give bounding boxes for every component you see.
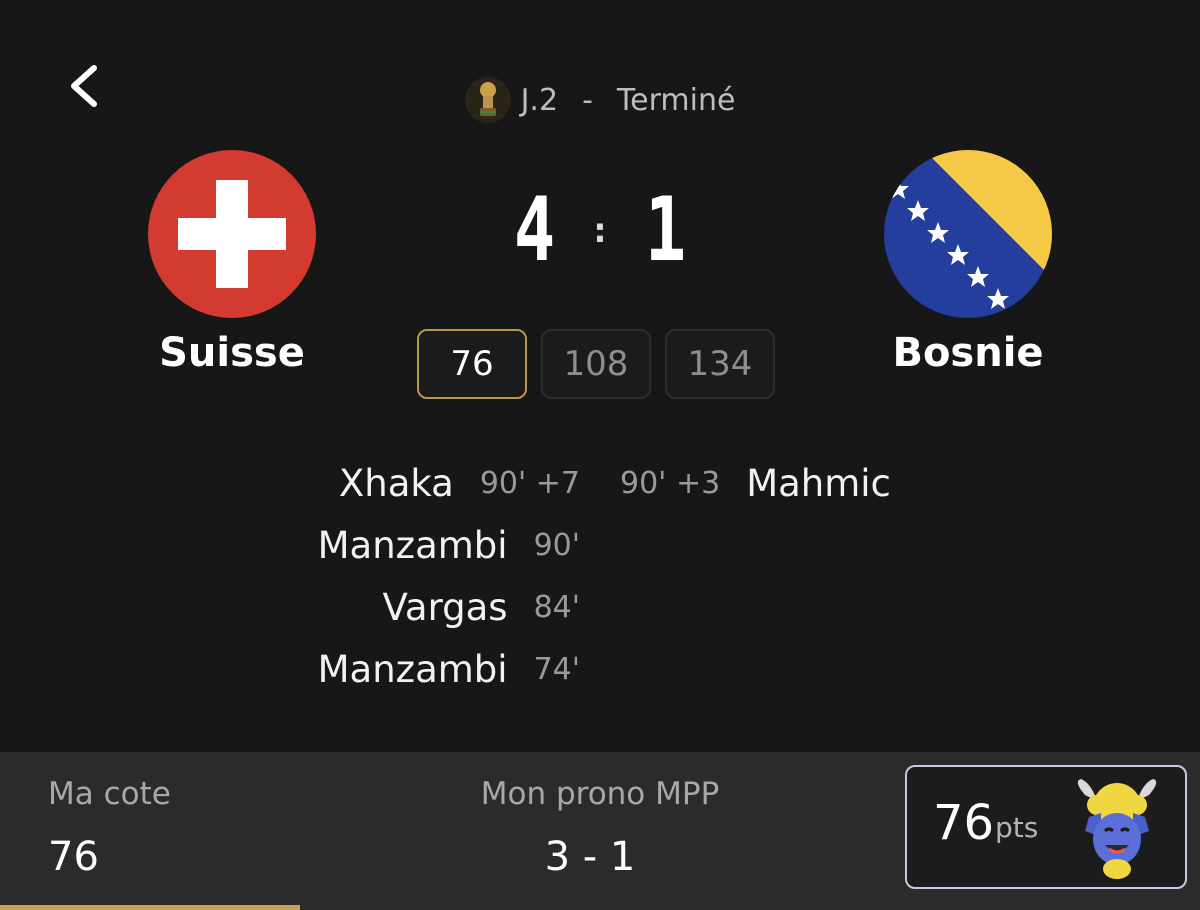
match-status: Terminé [616, 82, 736, 118]
switzerland-flag [148, 150, 316, 318]
header-separator: - [582, 82, 593, 118]
away-scorers-list: 90' +3 Mahmic [620, 452, 940, 514]
scoreboard: 4 : 1 [500, 180, 700, 280]
points-unit: pts [995, 811, 1039, 844]
progress-bar [0, 905, 300, 910]
scorer-name: Mahmic [746, 461, 891, 505]
prediction-footer: Ma cote 76 Mon prono MPP 3 - 1 76 pts [0, 752, 1200, 910]
scorer-row: Vargas 84' [240, 576, 580, 638]
away-score: 1 [644, 178, 686, 281]
scorer-row: Xhaka 90' +7 [240, 452, 580, 514]
scorer-minute: 90' +3 [620, 465, 721, 501]
goat-mascot-icon [1077, 779, 1157, 879]
odd-away[interactable]: 134 [665, 329, 775, 399]
points-value: 76 [933, 795, 995, 851]
scorer-name: Manzambi [317, 647, 508, 691]
points-card[interactable]: 76 pts [905, 765, 1187, 889]
score-separator: : [589, 209, 611, 251]
scorer-name: Vargas [382, 585, 508, 629]
scorer-row: 90' +3 Mahmic [620, 452, 940, 514]
match-header: J.2 - Terminé [0, 74, 1200, 126]
trophy-icon [464, 77, 511, 123]
home-team-name: Suisse [159, 330, 305, 376]
prono-label: Mon prono MPP [480, 776, 720, 812]
odds-selector: 76 108 134 [417, 329, 775, 399]
scorer-minute: 84' [533, 589, 580, 625]
odd-home[interactable]: 76 [417, 329, 527, 399]
cote-label: Ma cote [48, 776, 171, 812]
scorer-name: Manzambi [317, 523, 508, 567]
bosnia-flag [884, 150, 1052, 318]
scorer-minute: 90' [533, 527, 580, 563]
home-scorers-list: Xhaka 90' +7 Manzambi 90' Vargas 84' Man… [240, 452, 580, 700]
home-score: 4 [514, 178, 556, 281]
prono-value: 3 - 1 [544, 834, 636, 880]
scorer-minute: 74' [533, 651, 580, 687]
scorer-row: Manzambi 74' [240, 638, 580, 700]
odd-draw[interactable]: 108 [541, 329, 651, 399]
cote-value: 76 [48, 834, 99, 880]
scorer-row: Manzambi 90' [240, 514, 580, 576]
matchday-label: J.2 [520, 82, 559, 118]
scorer-minute: 90' +7 [479, 465, 580, 501]
away-team-name: Bosnie [892, 330, 1044, 376]
scorer-name: Xhaka [338, 461, 454, 505]
